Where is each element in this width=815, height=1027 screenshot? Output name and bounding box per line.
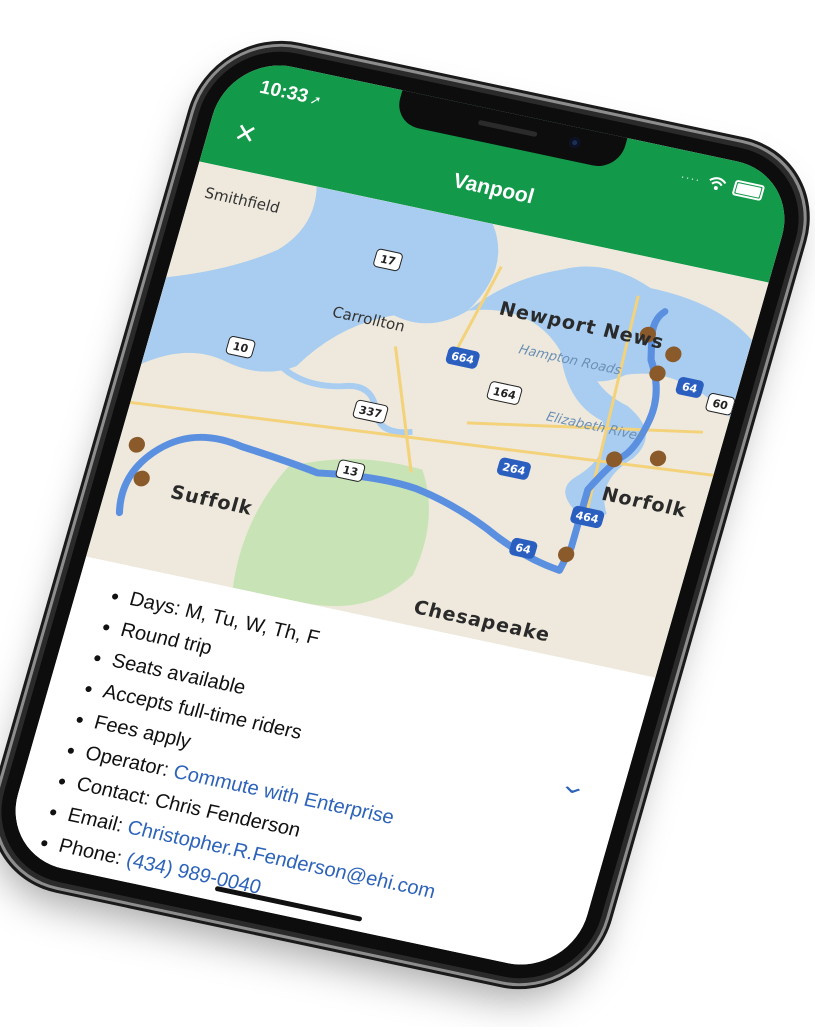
wifi-icon bbox=[709, 177, 727, 190]
battery-icon bbox=[731, 179, 766, 202]
front-camera bbox=[567, 136, 582, 150]
status-time-text: 10:33 bbox=[257, 76, 311, 108]
pin-norfolk-2[interactable] bbox=[648, 449, 668, 468]
status-indicators: ···· bbox=[678, 168, 766, 202]
phone-frame: 10:33➚ ···· ✕ Vanpool 17 10 337 664 164 … bbox=[0, 37, 815, 993]
speaker-grille bbox=[477, 119, 538, 138]
signal-icon: ···· bbox=[678, 169, 703, 187]
pin-suffolk-1[interactable] bbox=[127, 435, 147, 454]
status-time: 10:33➚ bbox=[257, 77, 324, 111]
phone-screen: 10:33➚ ···· ✕ Vanpool 17 10 337 664 164 … bbox=[0, 53, 800, 977]
location-arrow-icon: ➚ bbox=[308, 91, 324, 109]
